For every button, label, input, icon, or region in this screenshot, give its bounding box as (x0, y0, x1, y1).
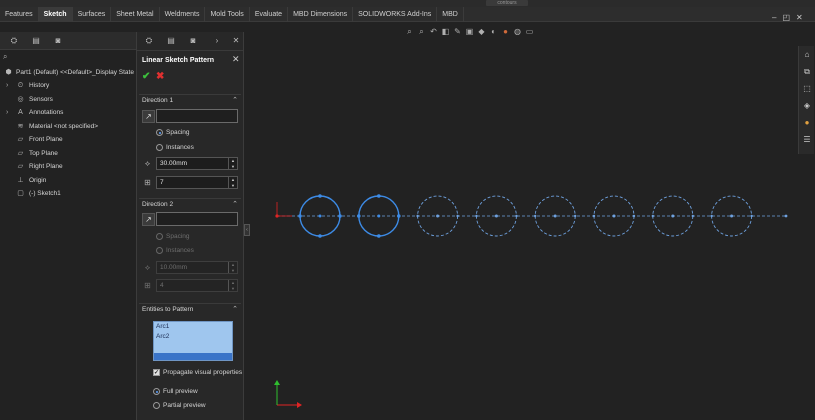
circle-center-point[interactable] (612, 214, 616, 218)
triad-x-arrow (297, 402, 302, 408)
arc-endpoint[interactable] (377, 234, 381, 238)
circle-center-point[interactable] (377, 214, 381, 218)
arc-endpoint[interactable] (534, 214, 537, 218)
graphics-area[interactable] (0, 0, 815, 420)
arc-endpoint[interactable] (691, 214, 694, 218)
circle-center-point[interactable] (730, 214, 734, 218)
arc-endpoint[interactable] (574, 214, 577, 218)
triad-y-arrow (274, 380, 280, 385)
arc-endpoint[interactable] (515, 214, 518, 218)
arc-endpoint[interactable] (357, 214, 361, 218)
arc-endpoint[interactable] (475, 214, 478, 218)
circle-center-point[interactable] (671, 214, 675, 218)
arc-endpoint[interactable] (298, 214, 302, 218)
sketch-layer (275, 194, 788, 238)
circle-center-point[interactable] (318, 214, 322, 218)
triad (274, 380, 302, 408)
arc-endpoint[interactable] (710, 214, 713, 218)
circle-center-point[interactable] (494, 214, 498, 218)
direction-endpoint[interactable] (784, 214, 788, 218)
arc-endpoint[interactable] (651, 214, 654, 218)
arc-endpoint[interactable] (397, 214, 401, 218)
arc-endpoint[interactable] (318, 194, 322, 198)
circle-center-point[interactable] (436, 214, 440, 218)
arc-endpoint[interactable] (377, 194, 381, 198)
circle-center-point[interactable] (553, 214, 557, 218)
arc-endpoint[interactable] (632, 214, 636, 218)
arc-endpoint[interactable] (338, 214, 342, 218)
arc-endpoint[interactable] (592, 214, 596, 218)
arc-endpoint[interactable] (750, 214, 753, 218)
arc-endpoint[interactable] (318, 234, 322, 238)
arc-endpoint[interactable] (456, 214, 459, 218)
arc-endpoint[interactable] (416, 214, 419, 218)
